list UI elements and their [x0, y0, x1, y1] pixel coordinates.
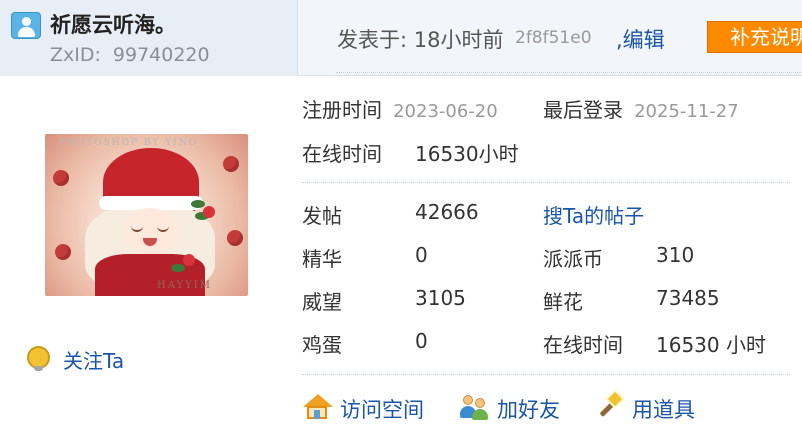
posts-label-wrap: 发帖 [302, 200, 342, 229]
home-icon [302, 394, 333, 420]
online-row: 在线时间 [302, 138, 382, 167]
search-posts-link[interactable]: 搜Ta的帖子 [543, 204, 644, 228]
add-friend-button[interactable]: 加好友 [459, 392, 571, 422]
avatar-caption-top: PHOTOSHOP BY YINO [59, 138, 198, 148]
use-item-label: 用道具 [632, 398, 695, 422]
post-header: 祈愿云听海。 ZxID: 99740220 发表于: 18小时前 2f8f51e0… [0, 0, 802, 76]
avatar[interactable]: PHOTOSHOP BY YINO HAYYIM [45, 134, 248, 296]
online2-label: 在线时间 [543, 333, 623, 357]
bulb-icon [27, 346, 50, 371]
actions-divider [302, 374, 790, 375]
online-label: 在线时间 [302, 142, 382, 166]
flowers-label: 鲜花 [543, 290, 583, 314]
posts-value-wrap: 42666 [415, 200, 479, 224]
online-value-wrap: 16530小时 [415, 138, 519, 167]
online2-value: 16530 小时 [656, 333, 766, 357]
coins-value-wrap: 310 [656, 243, 694, 267]
prestige-value: 3105 [415, 286, 466, 310]
stats-divider-top [302, 182, 790, 183]
online2-label-wrap: 在线时间 [543, 329, 623, 358]
header-divider [336, 72, 802, 73]
register-label: 注册时间 [302, 98, 382, 122]
post-hash: 2f8f51e0 [515, 28, 592, 48]
register-date: 2023-06-20 [393, 101, 498, 122]
visit-space-button[interactable]: 访问空间 [302, 392, 432, 422]
lastlogin-date: 2025-11-27 [634, 101, 739, 122]
add-friend-label: 加好友 [497, 398, 560, 422]
avatar-caption-bottom: HAYYIM [157, 280, 212, 291]
zxid-value: 99740220 [112, 44, 210, 66]
coins-value: 310 [656, 243, 695, 267]
posts-label: 发帖 [302, 204, 342, 228]
user-strip: 祈愿云听海。 ZxID: 99740220 [0, 0, 298, 76]
lastlogin-row: 最后登录 2025-11-27 [543, 94, 739, 123]
register-row: 注册时间 2023-06-20 [302, 94, 498, 123]
essence-value: 0 [415, 243, 428, 267]
prestige-label-wrap: 威望 [302, 286, 342, 315]
online-value: 16530小时 [415, 142, 519, 166]
user-icon [11, 12, 41, 39]
lastlogin-label: 最后登录 [543, 98, 623, 122]
username[interactable]: 祈愿云听海。 [50, 9, 176, 39]
zxid: ZxID: 99740220 [50, 44, 210, 66]
use-item-button[interactable]: 用道具 [594, 391, 704, 422]
prestige-value-wrap: 3105 [415, 286, 466, 310]
online2-value-wrap: 16530 小时 [656, 329, 766, 358]
eggs-value-wrap: 0 [415, 329, 428, 353]
edit-link[interactable]: ,编辑 [616, 24, 665, 54]
eggs-value: 0 [415, 329, 428, 353]
friends-icon [459, 394, 489, 420]
flowers-value-wrap: 73485 [656, 286, 720, 310]
flowers-value: 73485 [656, 286, 720, 310]
eggs-label-wrap: 鸡蛋 [302, 329, 342, 358]
follow-label: 关注Ta [63, 349, 125, 373]
coins-label: 派派币 [543, 247, 603, 271]
posts-value: 42666 [415, 200, 479, 224]
essence-label-wrap: 精华 [302, 243, 342, 272]
essence-label: 精华 [302, 247, 342, 271]
zxid-label: ZxID: [50, 44, 101, 66]
magic-wand-icon [594, 391, 623, 420]
visit-space-label: 访问空间 [340, 398, 424, 422]
eggs-label: 鸡蛋 [302, 333, 342, 357]
prestige-label: 威望 [302, 290, 342, 314]
coins-label-wrap: 派派币 [543, 243, 603, 272]
essence-value-wrap: 0 [415, 243, 428, 267]
supplement-button[interactable]: 补充说明 [707, 21, 802, 53]
search-posts-wrap: 搜Ta的帖子 [543, 200, 644, 229]
flowers-label-wrap: 鲜花 [543, 286, 583, 315]
posted-time: 发表于: 18小时前 [337, 28, 504, 52]
